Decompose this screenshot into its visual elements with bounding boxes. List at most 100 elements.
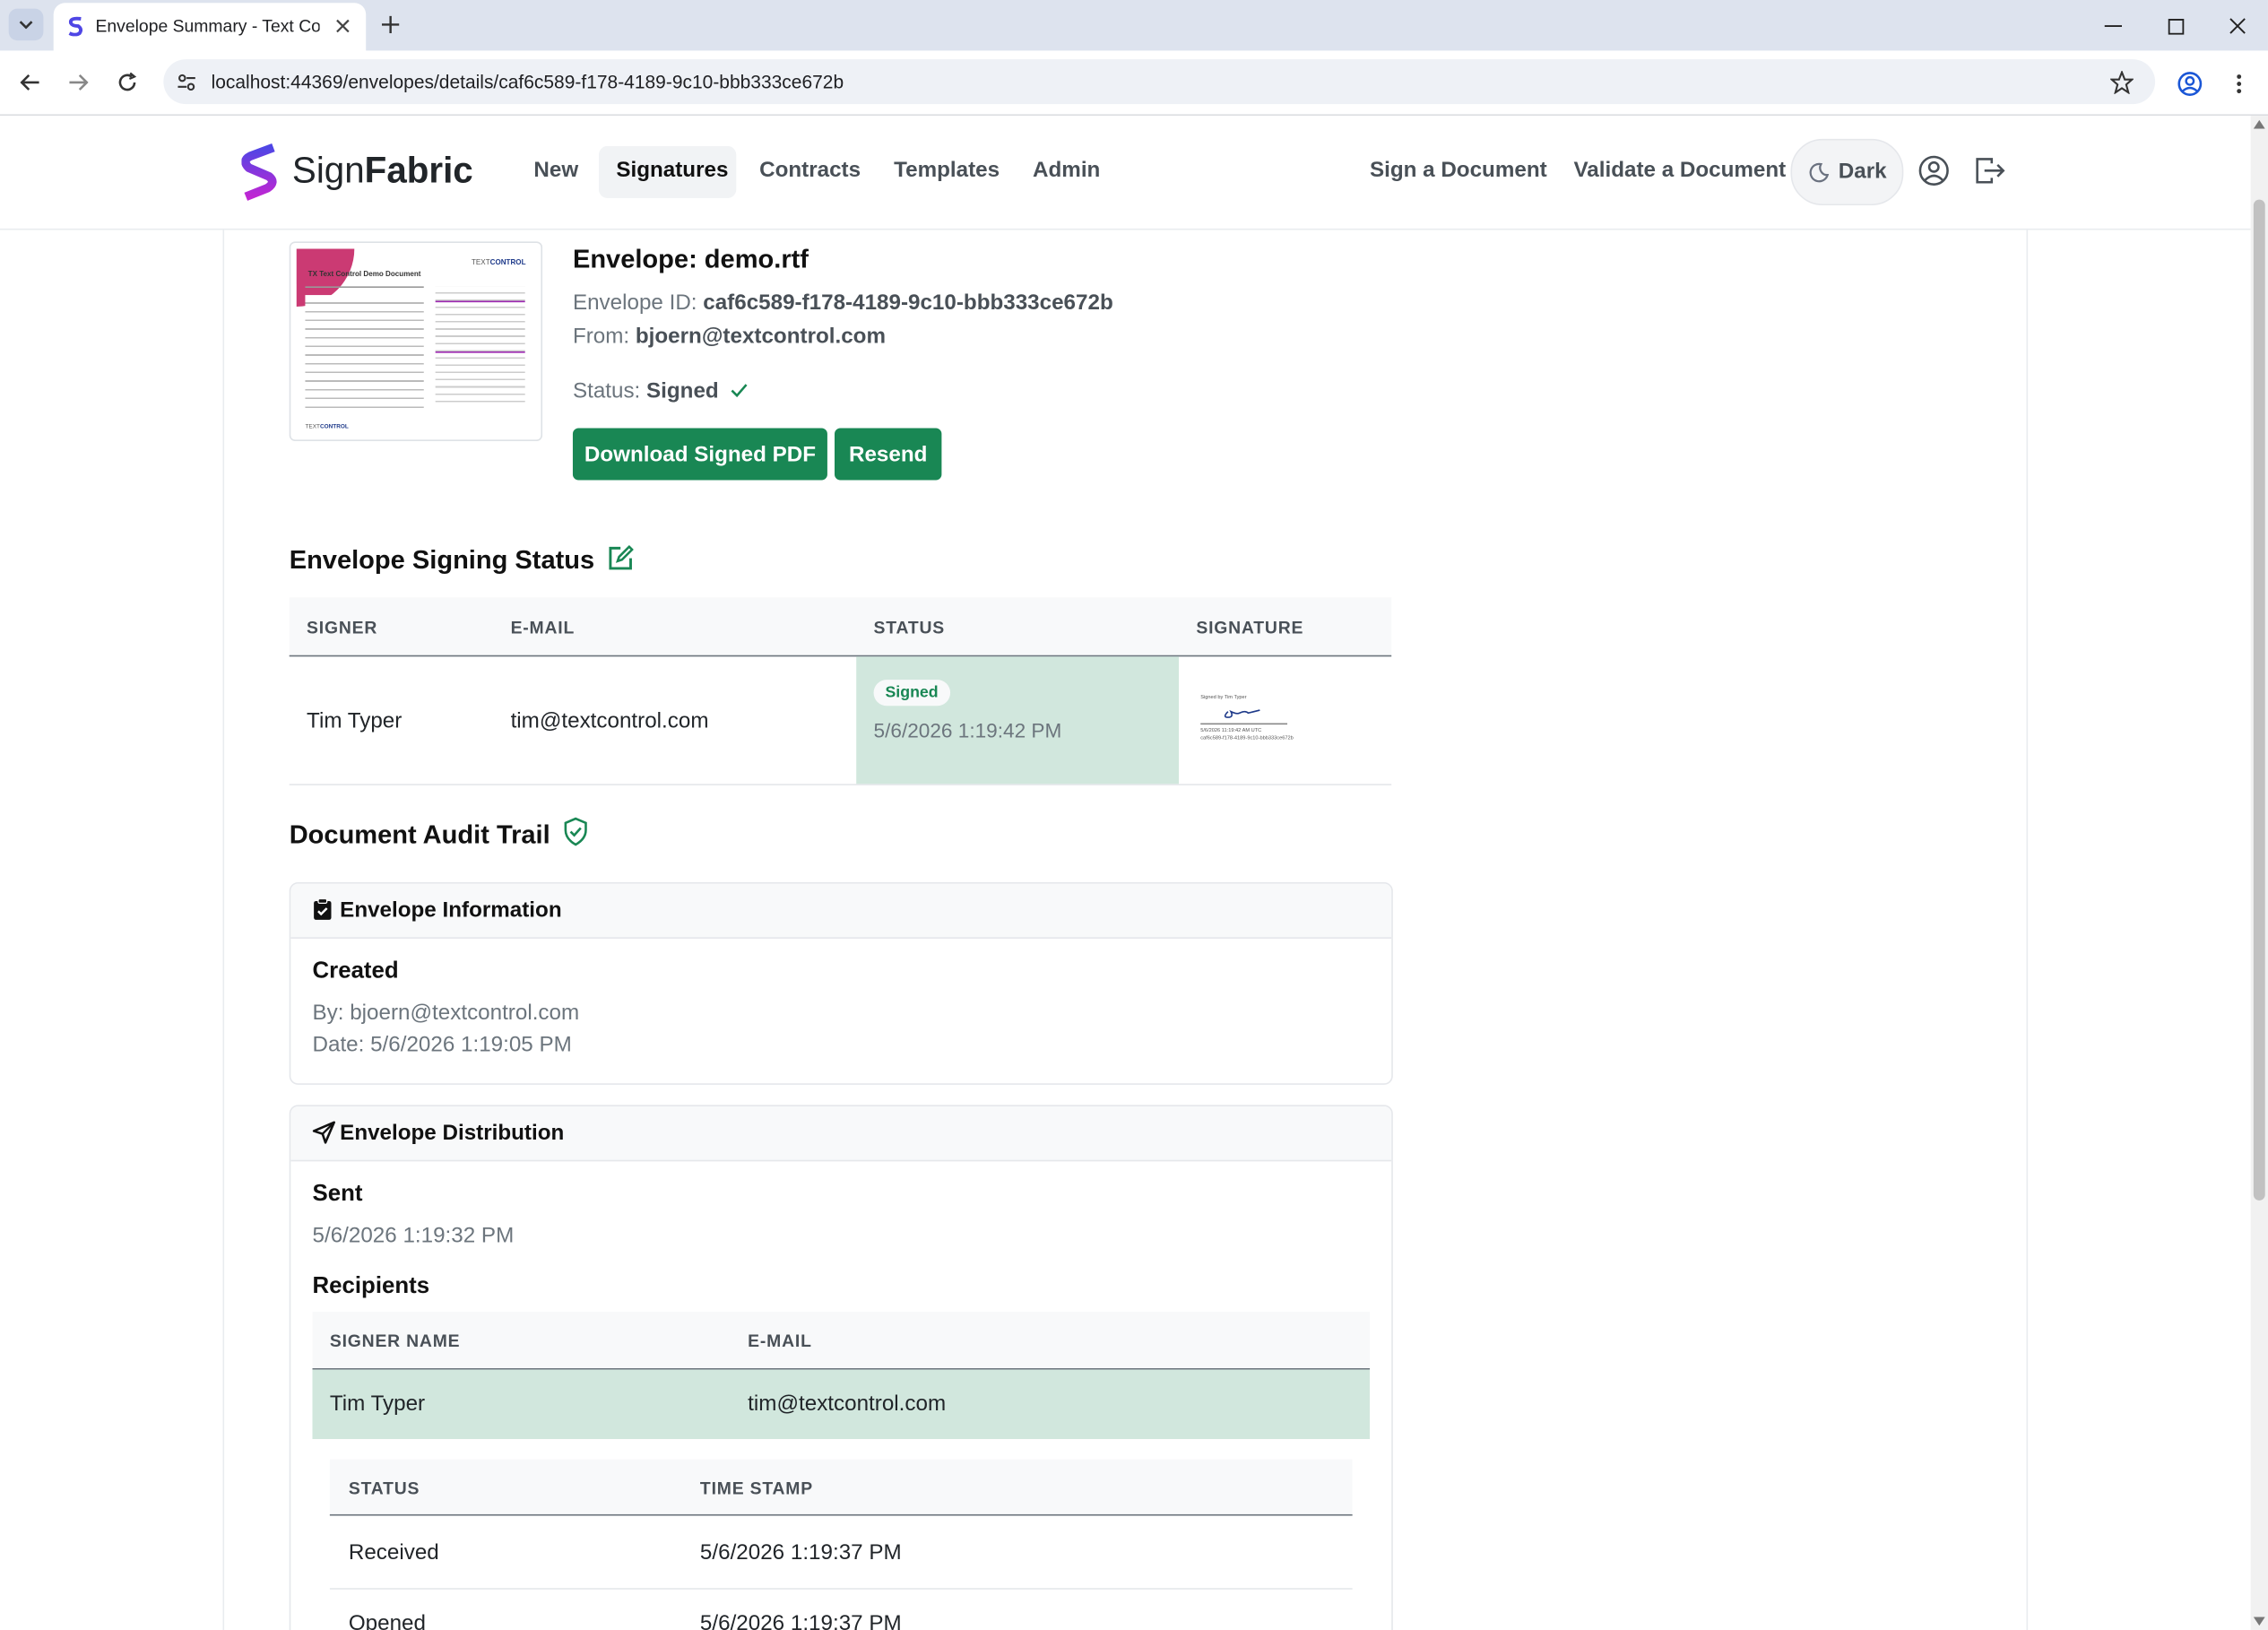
brand-name-fabric: Fabric [364, 150, 473, 191]
edit-icon [609, 544, 635, 570]
status-check-icon [731, 384, 748, 398]
favicon-icon [66, 16, 83, 37]
send-icon [312, 1121, 336, 1144]
sent-date: 5/6/2026 1:19:32 PM [312, 1223, 515, 1249]
tab-title: Envelope Summary - Text Control [95, 15, 319, 37]
browser-toolbar: localhost:44369/envelopes/details/caf6c5… [0, 50, 2268, 117]
signature-caption: Signed by Tim Typer [1200, 694, 1247, 700]
download-signed-pdf-button[interactable]: Download Signed PDF [572, 428, 827, 481]
signature-stroke [1224, 709, 1260, 718]
close-tab-icon[interactable] [331, 14, 354, 38]
scroll-down-icon[interactable] [2253, 1617, 2265, 1626]
resend-button[interactable]: Resend [834, 428, 942, 481]
thumbnail-footer-logo: TEXTCONTROL [305, 422, 348, 429]
sent-heading: Sent [312, 1181, 363, 1207]
site-navbar: SignFabric New Signatures Contracts Temp… [0, 116, 2251, 230]
thumbnail-footer-text: TEXT [305, 422, 320, 430]
maximize-window-icon[interactable] [2162, 13, 2188, 39]
envelope-from-label: From: [572, 324, 636, 349]
signature-envelope-id: caf6c589-f178-4189-9c10-bbb333ce672b [1200, 734, 1294, 741]
signature-rule [1200, 723, 1288, 725]
envelope-from-value: bjoern@textcontrol.com [635, 324, 886, 349]
thumbnail-footer-strong: CONTROL [319, 422, 349, 430]
thumbnail-text-lines [305, 295, 424, 412]
brand-name-sign: Sign [291, 150, 365, 191]
envelope-from-line: From: bjoern@textcontrol.com [573, 324, 886, 348]
user-account-icon[interactable] [1918, 155, 1950, 186]
col-status: STATUS [873, 617, 945, 638]
address-bar[interactable]: localhost:44369/envelopes/details/caf6c5… [163, 59, 2156, 105]
thumb-accent-1 [435, 300, 525, 303]
reload-icon[interactable] [113, 68, 142, 97]
envelope-distribution-title: Envelope Distribution [340, 1121, 565, 1146]
col-signer-name: SIGNER NAME [329, 1331, 461, 1351]
recipient-name: Tim Typer [329, 1391, 426, 1417]
thumbnail-logo: TEXTCONTROL [472, 259, 526, 268]
theme-toggle-label: Dark [1838, 159, 1887, 184]
site-info-icon[interactable] [175, 71, 198, 94]
back-icon[interactable] [16, 68, 45, 97]
col-recipient-email: E-MAIL [748, 1331, 812, 1351]
tab-search-icon[interactable] [8, 8, 44, 41]
signature-timestamp: 5/6/2026 11:19:42 AM UTC [1200, 727, 1262, 733]
nav-link-templates[interactable]: Templates [894, 158, 1000, 182]
col-event-status: STATUS [348, 1478, 420, 1499]
col-email: E-MAIL [510, 617, 576, 638]
document-thumbnail[interactable]: TX Text Control Demo Document TEXTCONTRO… [289, 241, 543, 441]
nav-link-admin[interactable]: Admin [1033, 158, 1100, 182]
page-scrollbar[interactable] [2250, 116, 2268, 1630]
main-content: TX Text Control Demo Document TEXTCONTRO… [222, 230, 2029, 1630]
envelope-distribution-card: Envelope Distribution Sent 5/6/2026 1:19… [289, 1105, 1393, 1630]
envelope-id-label: Envelope ID: [572, 290, 704, 316]
logout-icon[interactable] [1974, 156, 2005, 185]
envelope-status-value: Signed [646, 378, 719, 404]
envelope-id-line: Envelope ID: caf6c589-f178-4189-9c10-bbb… [573, 290, 1113, 315]
event-time: 5/6/2026 1:19:37 PM [699, 1539, 902, 1565]
url-text: localhost:44369/envelopes/details/caf6c5… [211, 71, 844, 93]
created-date: Date: 5/6/2026 1:19:05 PM [312, 1032, 572, 1058]
browser-menu-icon[interactable] [2225, 68, 2254, 100]
nav-link-validate-document[interactable]: Validate a Document [1573, 158, 1786, 182]
envelope-title: Envelope: demo.rtf [572, 244, 809, 273]
nav-link-sign-document[interactable]: Sign a Document [1370, 158, 1547, 182]
browser-tab-active[interactable]: Envelope Summary - Text Control [53, 3, 367, 51]
brand-logo-icon[interactable] [241, 143, 279, 202]
thumbnail-logo-strong: CONTROL [489, 258, 526, 268]
signed-date: 5/6/2026 1:19:42 PM [873, 718, 1062, 742]
bookmark-star-icon[interactable] [2108, 68, 2136, 97]
forward-icon[interactable] [64, 68, 92, 97]
status-badge: Signed [873, 680, 950, 707]
recipients-heading: Recipients [312, 1274, 430, 1299]
col-time-stamp: TIME STAMP [699, 1478, 813, 1499]
audit-trail-heading-text: Document Audit Trail [289, 819, 550, 849]
nav-link-contracts[interactable]: Contracts [759, 158, 861, 182]
close-window-icon[interactable] [2225, 13, 2251, 39]
nav-link-new[interactable]: New [533, 158, 578, 182]
event-status: Opened [348, 1610, 426, 1630]
brand-name[interactable]: SignFabric [292, 151, 473, 193]
thumbnail-title: TX Text Control Demo Document [307, 270, 421, 280]
moon-icon [1806, 160, 1830, 184]
envelope-information-card-header: Envelope Information [290, 883, 1392, 939]
browser-tab-strip: Envelope Summary - Text Control [0, 0, 2268, 51]
recipients-table-header [312, 1312, 1370, 1370]
thumb-line [305, 286, 424, 289]
envelope-status-line: Status: Signed [573, 379, 748, 403]
signing-status-heading: Envelope Signing Status [290, 544, 635, 576]
minimize-window-icon[interactable] [2100, 13, 2126, 39]
nav-link-signatures[interactable]: Signatures [616, 158, 728, 182]
signature-image[interactable]: Signed by Tim Typer 5/6/2026 11:19:42 AM… [1196, 689, 1326, 748]
theme-toggle-button[interactable]: Dark [1790, 138, 1904, 206]
scroll-up-icon[interactable] [2253, 119, 2265, 129]
signer-email: tim@textcontrol.com [510, 708, 709, 733]
new-tab-icon[interactable] [377, 12, 403, 38]
scrollbar-thumb[interactable] [2253, 199, 2265, 1201]
envelope-information-card: Envelope Information Created By: bjoern@… [289, 881, 1393, 1085]
profile-icon[interactable] [2174, 68, 2205, 100]
thumbnail-logo-text: TEXT [472, 258, 490, 268]
envelope-distribution-card-header: Envelope Distribution [290, 1106, 1392, 1162]
event-time: 5/6/2026 1:19:37 PM [699, 1610, 902, 1630]
envelope-id-value: caf6c589-f178-4189-9c10-bbb333ce672b [703, 290, 1113, 316]
audit-trail-heading: Document Audit Trail [290, 817, 590, 850]
signed-status-cell: Signed 5/6/2026 1:19:42 PM [856, 656, 1180, 785]
